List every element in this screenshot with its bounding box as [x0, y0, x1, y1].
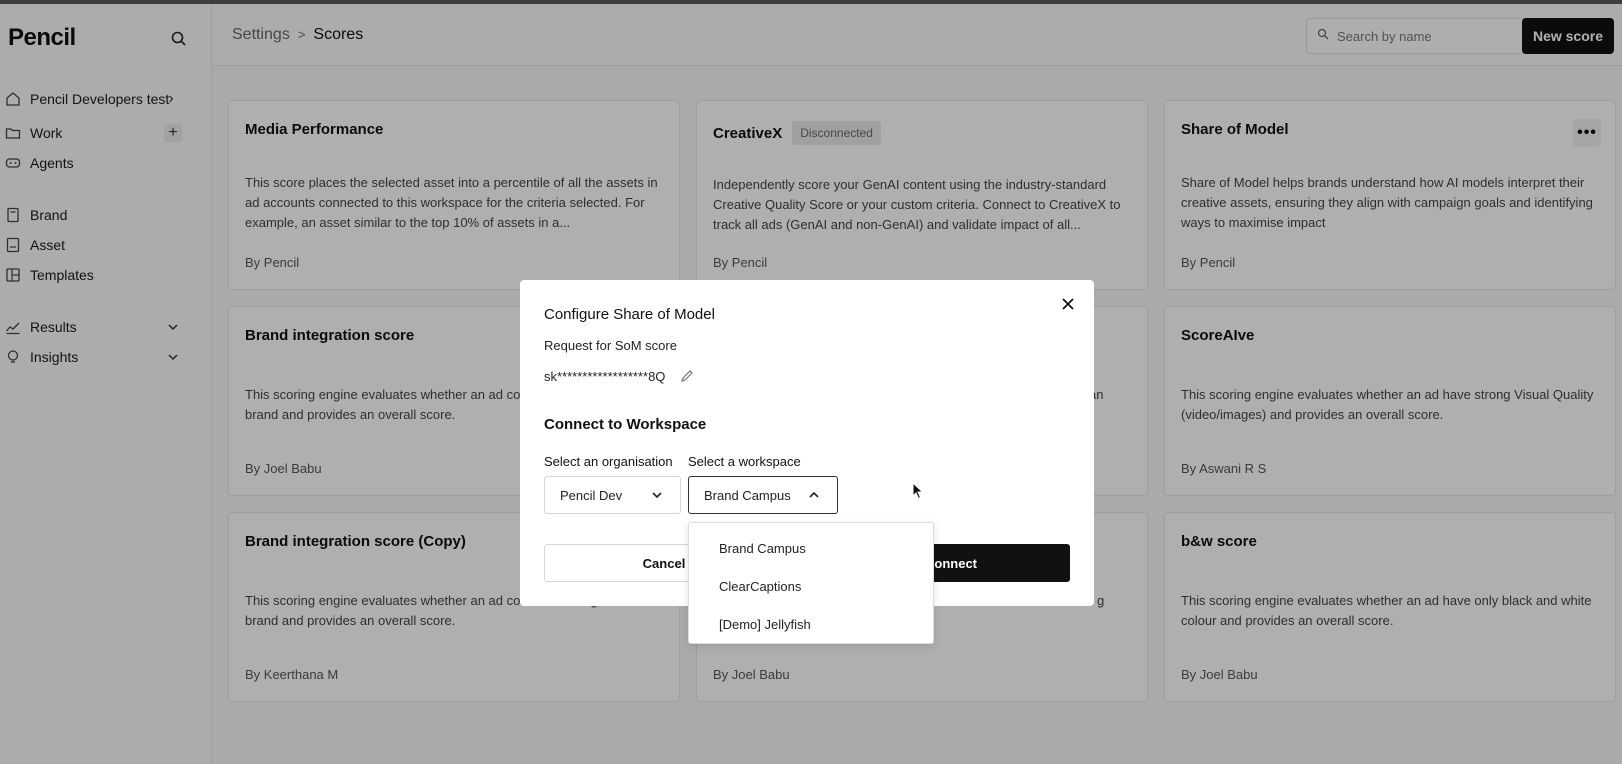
close-icon[interactable]	[1056, 292, 1080, 316]
section-title: Connect to Workspace	[544, 416, 707, 433]
chevron-down-icon	[650, 488, 664, 502]
workspace-label: Select a workspace	[688, 454, 801, 469]
workspace-select[interactable]: Brand Campus	[688, 476, 838, 514]
modal-title: Configure Share of Model	[544, 306, 715, 323]
api-key-value: sk******************8Q	[544, 368, 666, 384]
workspace-option[interactable]: ClearCaptions	[689, 567, 933, 605]
chevron-up-icon	[807, 488, 821, 502]
org-label: Select an organisation	[544, 454, 673, 469]
api-key-row: sk******************8Q	[544, 368, 695, 384]
workspace-dropdown: Brand Campus ClearCaptions [Demo] Jellyf…	[688, 522, 934, 644]
workspace-value: Brand Campus	[704, 487, 791, 503]
organisation-value: Pencil Dev	[560, 487, 623, 503]
workspace-option[interactable]: Brand Campus	[689, 529, 933, 567]
edit-pencil-icon[interactable]	[679, 368, 695, 384]
workspace-option[interactable]: [Demo] Jellyfish	[689, 605, 933, 643]
modal-subtitle: Request for SoM score	[544, 338, 677, 353]
organisation-select[interactable]: Pencil Dev	[544, 476, 681, 514]
mouse-cursor-icon	[912, 481, 924, 500]
